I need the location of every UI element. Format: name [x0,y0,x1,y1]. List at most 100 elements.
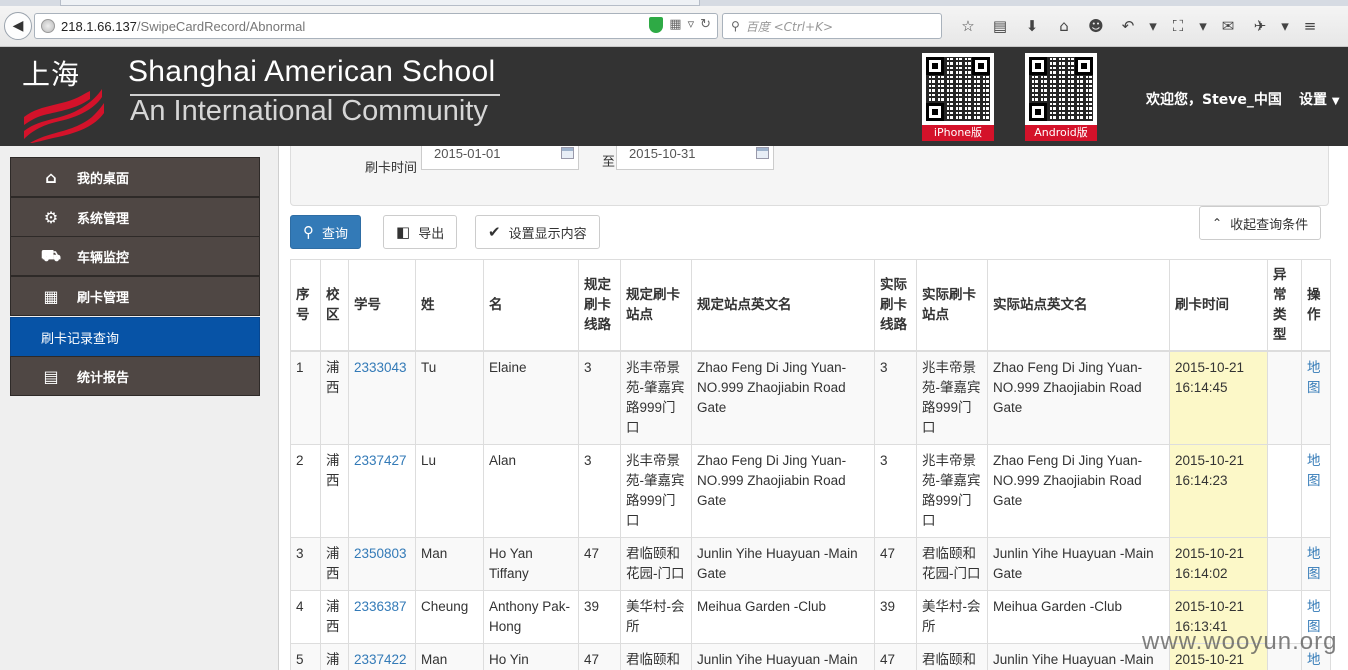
school-name: Shanghai American School [128,55,496,88]
welcome-user: 欢迎您，Steve_中国 [1146,92,1282,108]
cell-first-name: Elaine [483,350,579,445]
cell-route: 47 [578,536,621,591]
sidebar-item-card-records[interactable]: 刷卡记录查询 [10,317,260,357]
date-to-input[interactable]: 2015-10-31 [616,146,774,170]
column-header[interactable]: 学号 [348,259,416,351]
sidebar-item-card[interactable]: ▦ 刷卡管理 [10,276,260,316]
dropdown-arrow-icon[interactable]: ▾ [1194,14,1212,38]
cell-no: 4 [290,589,321,644]
cell-actual-route: 3 [874,350,917,445]
column-header[interactable]: 姓 [415,259,484,351]
cell-route: 47 [578,642,621,670]
security-shield-icon[interactable] [649,17,664,33]
bookmark-star-icon[interactable]: ☆ [952,14,984,38]
display-settings-button[interactable]: ✔ 设置显示内容 [475,215,600,249]
reading-list-icon[interactable]: ▤ [984,14,1016,38]
column-header[interactable]: 序号 [290,259,321,351]
column-header[interactable]: 操作 [1301,259,1331,351]
credit-card-icon: ▦ [43,286,59,306]
qr-iphone[interactable]: iPhone版 [922,53,994,141]
extension-icon[interactable]: ✈ [1244,14,1276,38]
map-link[interactable]: 地图 [1301,443,1331,538]
back-button[interactable]: ◀ [4,12,32,40]
filter-panel: 刷卡时间 2015-01-01 至 2015-10-31 [290,146,1329,206]
student-id-link[interactable]: 2337427 [354,453,407,468]
settings-menu[interactable]: 设置 ▼ [1299,89,1340,109]
undo-icon[interactable]: ↶ [1112,14,1144,38]
cell-actual-station: 兆丰帝景苑-肇嘉宾路999门口 [916,350,988,445]
active-tab[interactable] [60,0,700,6]
map-link[interactable]: 地图 [1301,350,1331,445]
column-header[interactable]: 校区 [320,259,349,351]
settings-label: 设置 [1299,92,1327,108]
menu-icon[interactable]: ≡ [1294,14,1326,38]
speech-bubble-icon[interactable]: ✉ [1212,14,1244,38]
search-placeholder: 百度 <Ctrl+K> [745,19,833,34]
qr-iphone-label: iPhone版 [922,125,994,141]
column-header[interactable]: 异常类型 [1267,259,1302,351]
collapse-filter-button[interactable]: ⌃ 收起查询条件 [1199,206,1322,240]
calendar-icon[interactable] [756,147,769,159]
student-id-link[interactable]: 2337422 [354,652,407,667]
home-icon[interactable]: ⌂ [1048,14,1080,38]
sidebar: ⌂ 我的桌面 ⚙ 系统管理 ⛟ 车辆监控 ▦ 刷卡管理 刷卡记录查询 ▤ 统计报… [0,146,279,670]
date-from-input[interactable]: 2015-01-01 [421,146,579,170]
date-to-value: 2015-10-31 [629,146,696,161]
bar-chart-icon: ▤ [43,366,59,386]
cell-swipe-time: 2015-10-21 16:14:02 [1169,536,1268,591]
student-id-link[interactable]: 2350803 [354,546,407,561]
sidebar-item-label: 统计报告 [77,370,130,386]
crop-icon[interactable]: ⛶ [1162,14,1194,38]
dropdown-arrow-icon[interactable]: ▾ [1144,14,1162,38]
cell-station: 君临颐和花园-门口 [620,642,692,670]
column-header[interactable]: 规定刷卡线路 [578,259,621,351]
url-path: /SwipeCardRecord/Abnormal [136,18,306,34]
cell-no: 5 [290,642,321,670]
collapse-label: 收起查询条件 [1230,217,1309,233]
export-button[interactable]: ◧ 导出 [383,215,458,249]
sidebar-item-label: 刷卡管理 [77,290,130,306]
column-header[interactable]: 名 [483,259,579,351]
cell-student-id: 2337427 [348,443,416,538]
column-header[interactable]: 刷卡时间 [1169,259,1268,351]
search-box[interactable]: ⚲ 百度 <Ctrl+K> [722,13,942,39]
cell-student-id: 2336387 [348,589,416,644]
column-header[interactable]: 实际刷卡站点 [916,259,988,351]
chat-icon[interactable]: ☻ [1080,14,1112,38]
sidebar-item-system[interactable]: ⚙ 系统管理 [10,197,260,237]
excel-file-icon: ◧ [396,223,411,241]
dropdown-arrow-icon[interactable]: ▾ [1276,14,1294,38]
url-host: 218.1.66.137 [61,18,137,34]
column-header[interactable]: 规定站点英文名 [691,259,875,351]
qr-code-icon[interactable]: ▦ [669,17,681,33]
address-bar[interactable]: 218.1.66.137 /SwipeCardRecord/Abnormal ▦… [34,13,718,39]
swipe-records-table: 序号 校区 学号 姓 名 规定刷卡线路 规定刷卡站点 规定站点英文名 实际刷卡线… [290,259,1331,670]
student-id-link[interactable]: 2336387 [354,599,407,614]
refresh-icon[interactable]: ↻ [700,17,711,33]
cell-actual-station-en: Junlin Yihe Huayuan -Main Gate [987,536,1170,591]
sidebar-item-desktop[interactable]: ⌂ 我的桌面 [10,157,260,197]
sidebar-item-label: 我的桌面 [77,171,130,187]
sidebar-item-reports[interactable]: ▤ 统计报告 [10,356,260,396]
cell-abnormal-type [1267,350,1302,445]
calendar-icon[interactable] [561,147,574,159]
cell-actual-station: 美华村-会所 [916,589,988,644]
cell-student-id: 2350803 [348,536,416,591]
sidebar-item-vehicle[interactable]: ⛟ 车辆监控 [10,236,260,276]
display-settings-label: 设置显示内容 [508,226,587,242]
cell-station: 兆丰帝景苑-肇嘉宾路999门口 [620,350,692,445]
sidebar-item-label: 系统管理 [77,211,130,227]
map-link[interactable]: 地图 [1301,536,1331,591]
swipe-time-label: 刷卡时间 [365,161,418,176]
download-icon[interactable]: ⬇ [1016,14,1048,38]
qr-android[interactable]: Android版 [1025,53,1097,141]
student-id-link[interactable]: 2333043 [354,360,407,375]
column-header[interactable]: 实际刷卡线路 [874,259,917,351]
home-icon: ⌂ [45,167,57,187]
column-header[interactable]: 实际站点英文名 [987,259,1170,351]
bus-icon: ⛟ [40,245,62,265]
column-header[interactable]: 规定刷卡站点 [620,259,692,351]
dropdown-arrow-icon[interactable]: ▿ [688,17,695,33]
query-button[interactable]: ⚲ 查询 [290,215,362,249]
cell-station: 君临颐和花园-门口 [620,536,692,591]
